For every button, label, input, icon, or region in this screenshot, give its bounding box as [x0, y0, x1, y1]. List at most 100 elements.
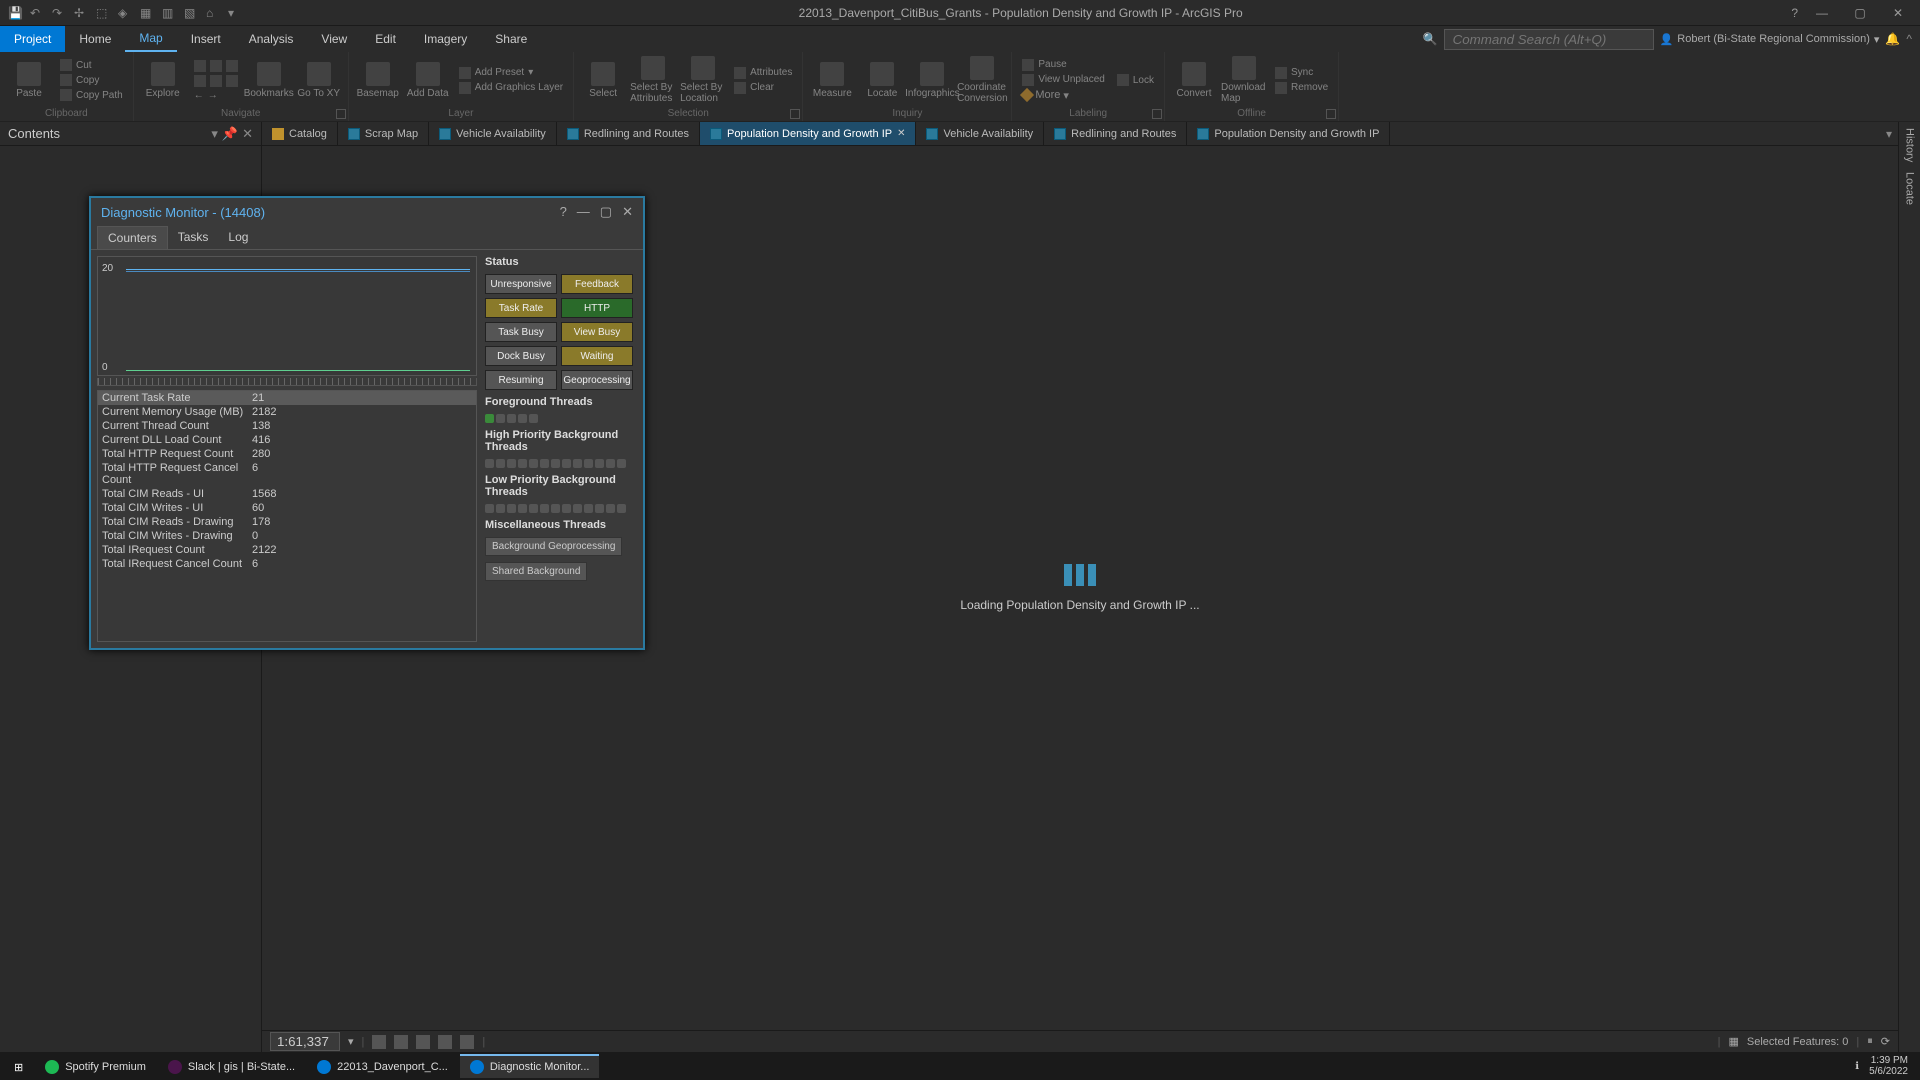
counter-row[interactable]: Total IRequest Count2122 — [98, 543, 476, 557]
doc-tab[interactable]: Redlining and Routes — [557, 122, 700, 145]
qat-icon[interactable]: ⬚ — [96, 6, 110, 20]
dialog-minimize-icon[interactable]: — — [577, 204, 590, 220]
refresh-icon[interactable]: ⟳ — [1881, 1035, 1890, 1048]
doc-tab[interactable]: Population Density and Growth IP — [1187, 122, 1390, 145]
doc-tab[interactable]: Scrap Map — [338, 122, 429, 145]
counter-row[interactable]: Total CIM Reads - Drawing178 — [98, 515, 476, 529]
remove-button[interactable]: Remove — [1271, 81, 1332, 95]
start-button[interactable]: ⊞ — [4, 1054, 33, 1078]
clock[interactable]: 1:39 PM 5/6/2022 — [1869, 1055, 1908, 1077]
dialog-close-icon[interactable]: ✕ — [622, 204, 633, 220]
taskbar-item[interactable]: Spotify Premium — [35, 1054, 156, 1078]
sync-button[interactable]: Sync — [1271, 66, 1332, 80]
redo-icon[interactable]: ↷ — [52, 6, 66, 20]
clear-button[interactable]: Clear — [730, 81, 796, 95]
add-data-button[interactable]: Add Data — [405, 54, 451, 106]
pause-button[interactable]: Pause — [1018, 58, 1109, 72]
save-icon[interactable]: 💾 — [8, 6, 22, 20]
statusbar-icon[interactable] — [416, 1035, 430, 1049]
statusbar-icon[interactable] — [438, 1035, 452, 1049]
statusbar-icon[interactable] — [460, 1035, 474, 1049]
counter-row[interactable]: Current DLL Load Count416 — [98, 433, 476, 447]
counter-row[interactable]: Current Thread Count138 — [98, 419, 476, 433]
counter-row[interactable]: Total HTTP Request Count280 — [98, 447, 476, 461]
tab-close-icon[interactable]: ✕ — [897, 128, 905, 139]
select-loc-button[interactable]: Select By Location — [680, 54, 726, 106]
explore-button[interactable]: Explore — [140, 54, 186, 106]
tab-analysis[interactable]: Analysis — [235, 26, 308, 52]
rail-history[interactable]: History — [1904, 128, 1916, 162]
statusbar-icon[interactable] — [394, 1035, 408, 1049]
help-icon[interactable]: ? — [1791, 6, 1798, 20]
minimize-button[interactable]: — — [1808, 3, 1836, 23]
lock-button[interactable]: Lock — [1113, 73, 1158, 87]
basemap-button[interactable]: Basemap — [355, 54, 401, 106]
pause-draw-icon[interactable]: ⏸ — [1867, 1035, 1873, 1048]
rail-locate[interactable]: Locate — [1904, 172, 1916, 205]
qat-dropdown-icon[interactable]: ▾ — [228, 6, 242, 20]
counter-row[interactable]: Total CIM Reads - UI1568 — [98, 487, 476, 501]
counter-row[interactable]: Total CIM Writes - Drawing0 — [98, 529, 476, 543]
contents-menu-icon[interactable]: ▾ — [211, 126, 218, 142]
locate-button[interactable]: Locate — [859, 54, 905, 106]
scale-combo[interactable] — [270, 1032, 340, 1051]
counter-table[interactable]: Current Task Rate21Current Memory Usage … — [97, 390, 477, 642]
select-attr-button[interactable]: Select By Attributes — [630, 54, 676, 106]
offline-launcher[interactable] — [1326, 109, 1336, 119]
qat-icon[interactable]: ▥ — [162, 6, 176, 20]
misc-shared-bg[interactable]: Shared Background — [485, 562, 587, 581]
navigate-launcher[interactable] — [336, 109, 346, 119]
qat-icon[interactable]: ⌂ — [206, 6, 220, 20]
dialog-help-icon[interactable]: ? — [560, 204, 567, 220]
tab-insert[interactable]: Insert — [177, 26, 235, 52]
goto-button[interactable]: Go To XY — [296, 54, 342, 106]
doc-tab[interactable]: Population Density and Growth IP✕ — [700, 122, 916, 145]
diag-tab-log[interactable]: Log — [218, 226, 258, 249]
counter-row[interactable]: Current Task Rate21 — [98, 391, 476, 405]
cut-button[interactable]: Cut — [56, 58, 127, 72]
dialog-titlebar[interactable]: Diagnostic Monitor - (14408) ? — ▢ ✕ — [91, 198, 643, 226]
misc-bg-geoprocessing[interactable]: Background Geoprocessing — [485, 537, 622, 556]
counter-chart[interactable]: 20 0 — [97, 256, 477, 376]
selection-launcher[interactable] — [790, 109, 800, 119]
doc-tabs-dropdown[interactable]: ▾ — [1886, 122, 1898, 145]
qat-icon[interactable]: ▧ — [184, 6, 198, 20]
nav-icon-row2[interactable] — [190, 74, 242, 88]
taskbar-item[interactable]: 22013_Davenport_C... — [307, 1054, 458, 1078]
convert-button[interactable]: Convert — [1171, 54, 1217, 106]
qat-icon[interactable]: ▦ — [140, 6, 154, 20]
bookmarks-button[interactable]: Bookmarks — [246, 54, 292, 106]
copy-path-button[interactable]: Copy Path — [56, 88, 127, 102]
coord-button[interactable]: Coordinate Conversion — [959, 54, 1005, 106]
more-button[interactable]: More ▾ — [1018, 88, 1109, 103]
tab-project[interactable]: Project — [0, 26, 65, 52]
download-button[interactable]: Download Map — [1221, 54, 1267, 106]
counter-row[interactable]: Current Memory Usage (MB)2182 — [98, 405, 476, 419]
tab-home[interactable]: Home — [65, 26, 125, 52]
measure-button[interactable]: Measure — [809, 54, 855, 106]
labeling-launcher[interactable] — [1152, 109, 1162, 119]
selected-features-text[interactable]: Selected Features: 0 — [1747, 1036, 1849, 1048]
tab-map[interactable]: Map — [125, 26, 176, 52]
counter-row[interactable]: Total CIM Writes - UI60 — [98, 501, 476, 515]
taskbar-item[interactable]: Slack | gis | Bi-State... — [158, 1054, 305, 1078]
tab-imagery[interactable]: Imagery — [410, 26, 481, 52]
tray-icon[interactable]: ℹ — [1855, 1061, 1859, 1072]
statusbar-icon[interactable] — [372, 1035, 386, 1049]
contents-close-icon[interactable]: ✕ — [242, 126, 253, 142]
maximize-button[interactable]: ▢ — [1846, 3, 1874, 23]
doc-tab[interactable]: Catalog — [262, 122, 338, 145]
taskbar-item[interactable]: Diagnostic Monitor... — [460, 1054, 600, 1078]
doc-tab[interactable]: Vehicle Availability — [916, 122, 1044, 145]
qat-icon[interactable]: ✢ — [74, 6, 88, 20]
close-button[interactable]: ✕ — [1884, 3, 1912, 23]
tab-edit[interactable]: Edit — [361, 26, 410, 52]
nav-arrows[interactable]: ←→ — [190, 89, 242, 102]
contents-autohide-icon[interactable]: 📌 — [222, 126, 238, 142]
counter-row[interactable]: Total HTTP Request Cancel Count6 — [98, 461, 476, 487]
doc-tab[interactable]: Vehicle Availability — [429, 122, 557, 145]
dialog-maximize-icon[interactable]: ▢ — [600, 204, 612, 220]
counter-row[interactable]: Total IRequest Cancel Count6 — [98, 557, 476, 571]
command-search-input[interactable] — [1444, 29, 1654, 50]
attributes-button[interactable]: Attributes — [730, 66, 796, 80]
